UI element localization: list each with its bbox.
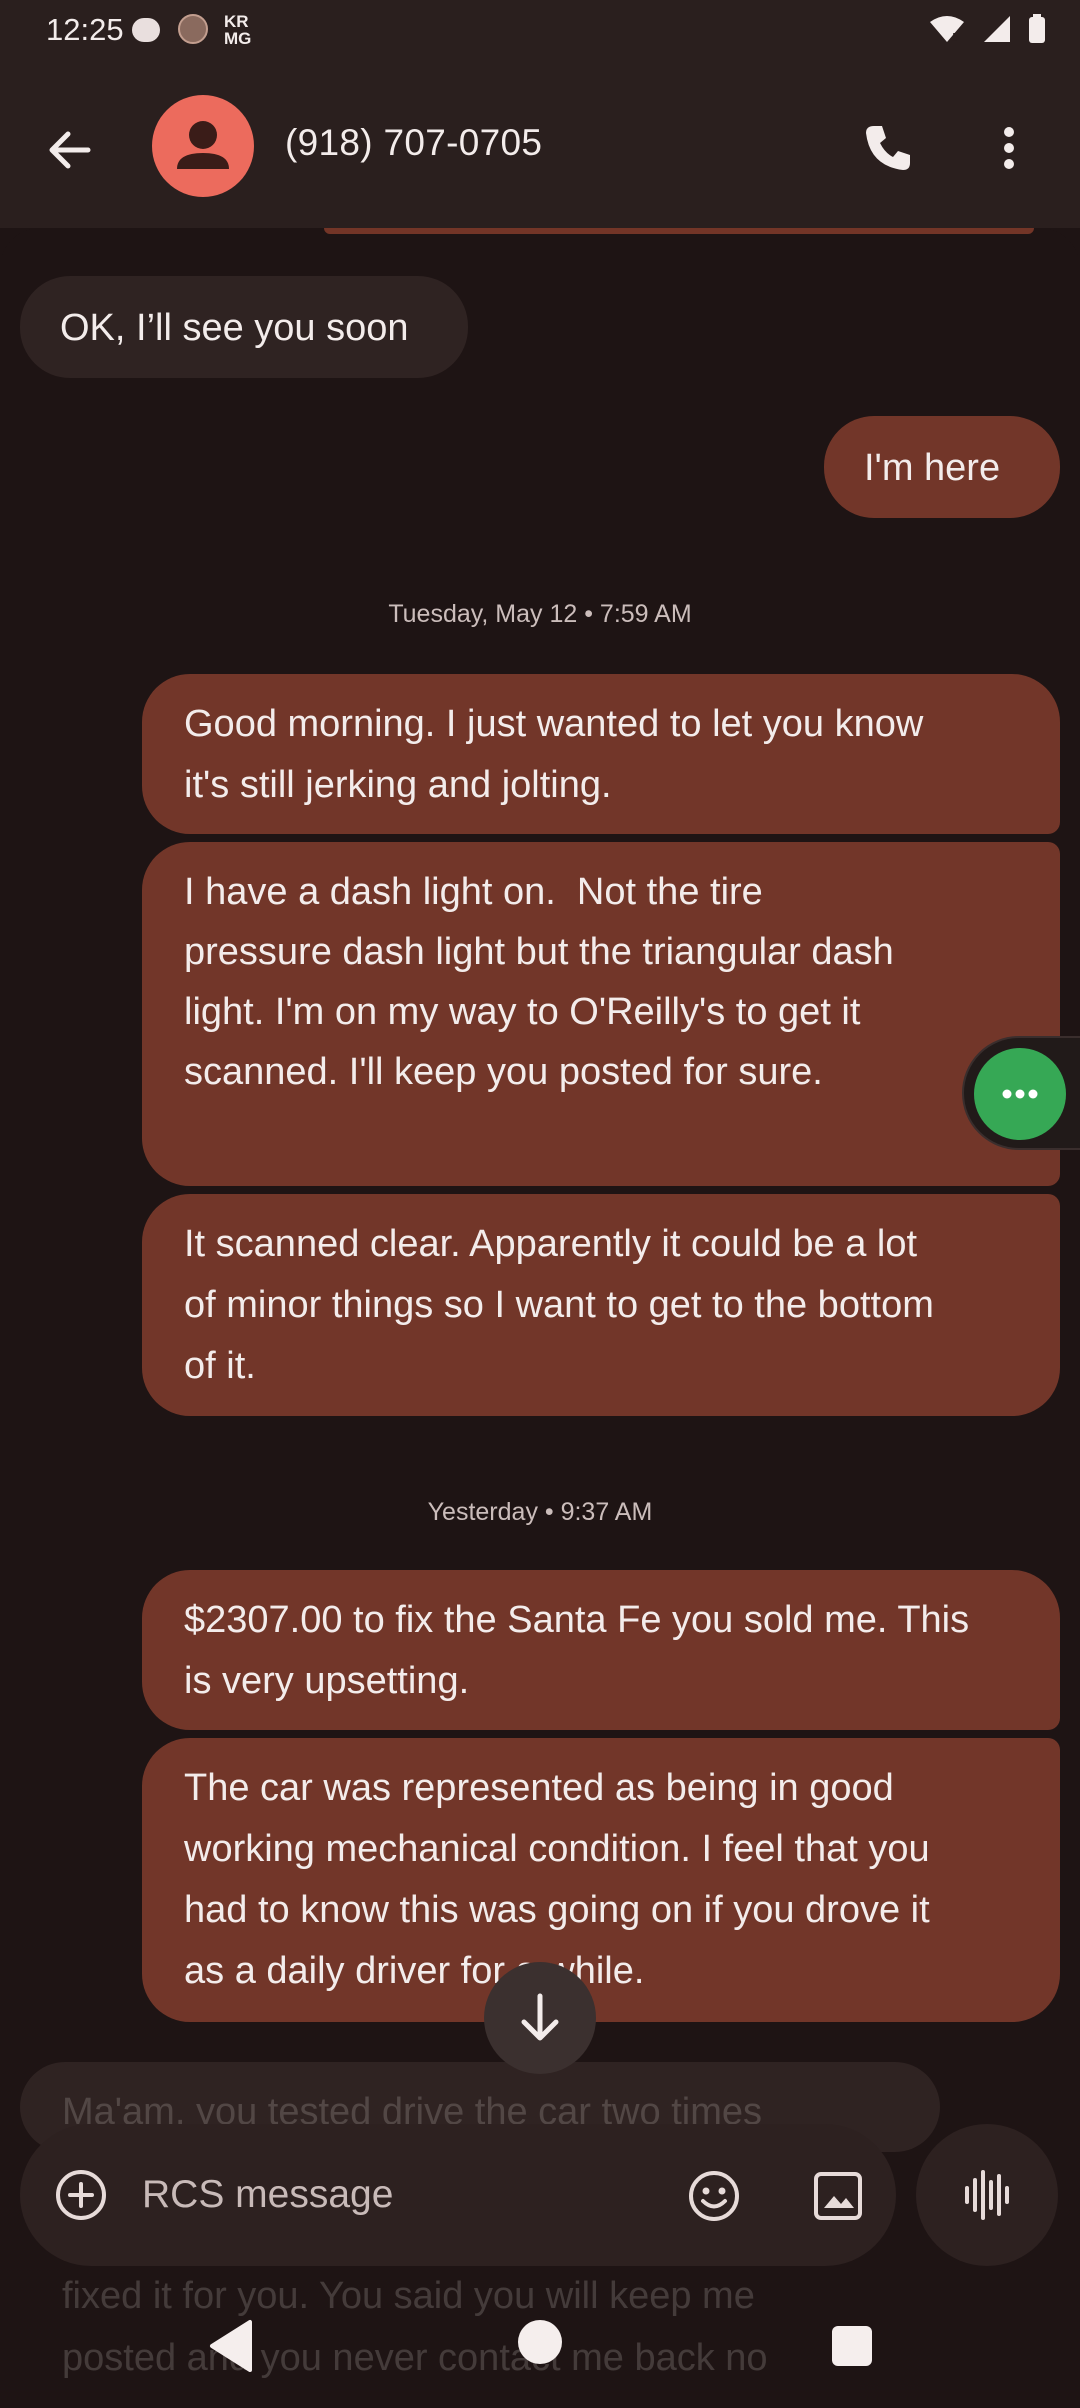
emoji-button[interactable]: [684, 2166, 744, 2226]
gallery-icon: [814, 2172, 862, 2220]
attach-button[interactable]: [52, 2166, 110, 2224]
outgoing-message[interactable]: Good morning. I just wanted to let you k…: [142, 674, 1060, 834]
outgoing-message[interactable]: I'm here: [824, 416, 1060, 518]
outgoing-message[interactable]: It scanned clear. Apparently it could be…: [142, 1194, 1060, 1416]
message-line: scanned. I'll keep you posted for sure.: [184, 1051, 823, 1093]
message-line: it's still jerking and jolting.: [184, 764, 612, 806]
person-icon: [177, 121, 229, 169]
date-divider: Yesterday • 9:37 AM: [427, 1498, 653, 1526]
message-line: working mechanical condition. I feel tha…: [184, 1828, 930, 1870]
status-time: 12:25: [46, 12, 124, 47]
message-line: had to know this was going on if you dro…: [184, 1889, 930, 1931]
signal-icon: [982, 14, 1012, 44]
status-bar: 12:25 KR MG 5: [0, 0, 1080, 62]
message-line: fixed it for you. You said you will keep…: [62, 2275, 755, 2317]
message-line: pressure dash light but the triangular d…: [184, 931, 894, 973]
add-circle-icon: [56, 2170, 106, 2220]
message-line: posted and you never contact me back no: [62, 2337, 768, 2379]
message-list[interactable]: OK, I’ll see you soon I'm here Tuesday, …: [0, 228, 1080, 2108]
voice-waveform-icon: [965, 2170, 1009, 2220]
message-text: I'm here: [864, 447, 1001, 489]
battery-icon: [1028, 14, 1046, 44]
krmg-icon: KR MG: [224, 12, 252, 48]
message-line: Good morning. I just wanted to let you k…: [184, 703, 924, 745]
outgoing-message[interactable]: I have a dash light on. Not the tire pre…: [142, 842, 1060, 1186]
message-line: of minor things so I want to get to the …: [184, 1284, 934, 1326]
message-line: $2307.00 to fix the Santa Fe you sold me…: [184, 1599, 970, 1641]
message-text: OK, I’ll see you soon: [60, 307, 409, 349]
message-line: as a daily driver for a while.: [184, 1950, 645, 1992]
wifi-icon: 5: [928, 14, 966, 44]
suggestion-circle: [974, 1048, 1066, 1140]
outgoing-message[interactable]: $2307.00 to fix the Santa Fe you sold me…: [142, 1570, 1060, 1730]
call-button[interactable]: [858, 118, 918, 178]
contact-name[interactable]: (918) 707-0705: [285, 122, 542, 164]
message-line: It scanned clear. Apparently it could be…: [184, 1223, 918, 1265]
voice-message-button[interactable]: [916, 2124, 1058, 2266]
nav-back-icon: [210, 2320, 252, 2372]
back-arrow-icon: [49, 131, 91, 169]
message-line: of it.: [184, 1345, 256, 1387]
more-options-button[interactable]: [986, 118, 1032, 178]
date-divider: Tuesday, May 12 • 7:59 AM: [388, 600, 692, 628]
contact-avatar[interactable]: [152, 95, 254, 197]
back-button[interactable]: [40, 120, 100, 180]
svg-text:5: 5: [952, 31, 959, 44]
arrow-down-icon: [521, 1993, 559, 2041]
message-line: The car was represented as being in good: [184, 1767, 894, 1809]
message-input[interactable]: [142, 2168, 662, 2222]
chat-bubble-icon: [132, 18, 160, 42]
message-line: I have a dash light on. Not the tire: [184, 871, 763, 913]
conversation-header: (918) 707-0705: [0, 62, 1080, 228]
gallery-button[interactable]: [808, 2166, 868, 2226]
message-line: is very upsetting.: [184, 1660, 470, 1702]
emoji-icon: [689, 2171, 739, 2221]
incoming-message[interactable]: OK, I’ll see you soon: [20, 276, 468, 378]
nav-back-button[interactable]: [206, 2318, 256, 2374]
nav-recents-button[interactable]: [832, 2326, 872, 2366]
more-vert-icon: [1004, 127, 1014, 169]
scroll-to-bottom-button[interactable]: [484, 1962, 596, 2074]
outgoing-message[interactable]: The car was represented as being in good…: [142, 1738, 1060, 2022]
nav-home-button[interactable]: [518, 2320, 562, 2364]
previous-message-edge: [324, 228, 1034, 234]
bubble-chat-head[interactable]: [962, 1036, 1080, 1150]
message-line: light. I'm on my way to O'Reilly's to ge…: [184, 991, 861, 1033]
avatar-notification-icon: [178, 14, 208, 44]
phone-icon: [866, 126, 910, 170]
more-horiz-icon: [1002, 1089, 1038, 1099]
